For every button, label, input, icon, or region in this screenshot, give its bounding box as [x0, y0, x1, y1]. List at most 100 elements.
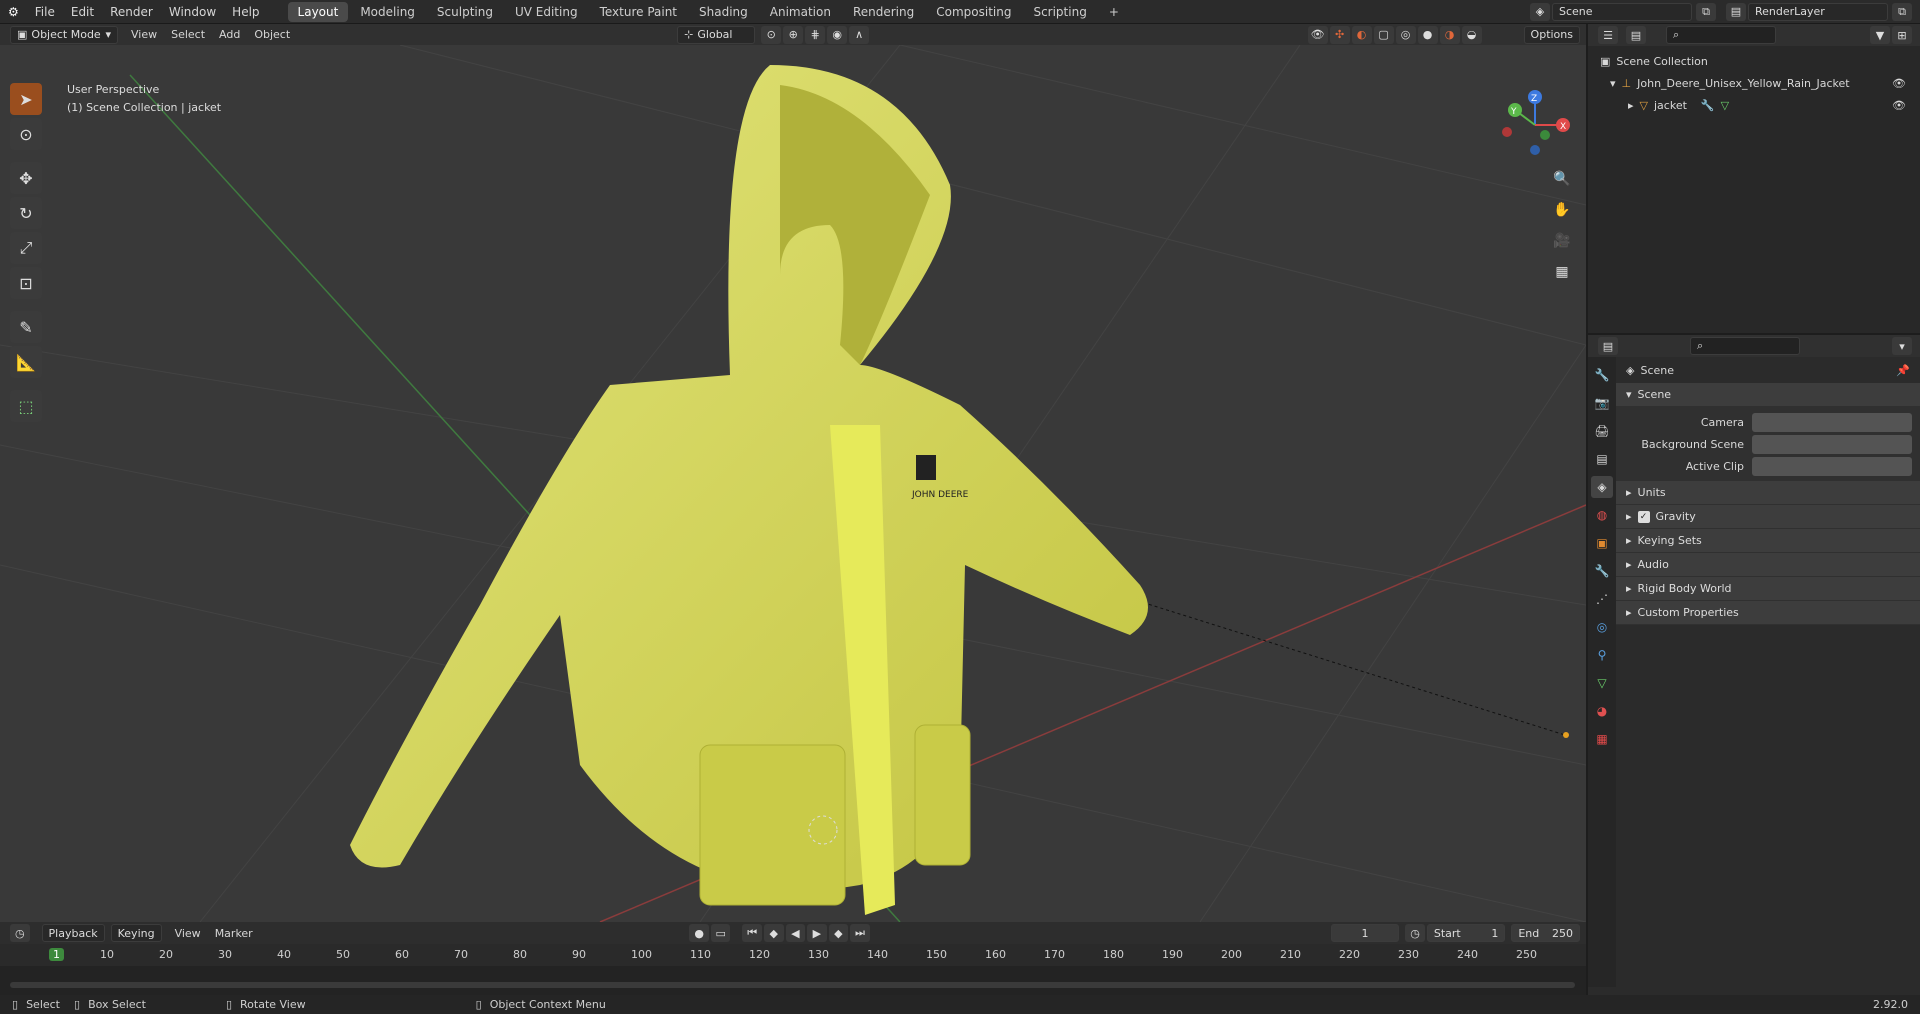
record-icon[interactable]: ●	[689, 924, 709, 942]
world-tab-icon[interactable]: ◍	[1591, 504, 1613, 526]
rotate-tool-icon[interactable]: ↻	[10, 197, 42, 229]
outliner-search-input[interactable]: ⌕	[1666, 26, 1776, 44]
move-tool-icon[interactable]: ✥	[10, 162, 42, 194]
particles-tab-icon[interactable]: ⋰	[1591, 588, 1613, 610]
visibility-icon[interactable]: 👁	[1307, 25, 1328, 44]
physics-tab-icon[interactable]: ◎	[1591, 616, 1613, 638]
material-shading-icon[interactable]: ◑	[1439, 25, 1460, 44]
menu-select[interactable]: Select	[171, 28, 205, 41]
prev-keyframe-icon[interactable]: ◆	[764, 924, 784, 942]
tab-uv-editing[interactable]: UV Editing	[505, 2, 588, 22]
frame-ruler[interactable]: 1 10 20 30 40 50 60 70 80 90 100 110 120 130 140 150 160…	[0, 944, 1586, 966]
navigation-gizmo[interactable]: Z X Y	[1495, 85, 1575, 165]
solid-shading-icon[interactable]: ●	[1417, 25, 1438, 44]
tab-animation[interactable]: Animation	[760, 2, 841, 22]
falloff-icon[interactable]: ∧	[849, 25, 870, 44]
pin-icon[interactable]: 📌	[1896, 364, 1910, 377]
render-tab-icon[interactable]: 📷	[1591, 392, 1613, 414]
gravity-checkbox[interactable]: ✓	[1637, 510, 1650, 523]
camera-field[interactable]	[1752, 412, 1912, 432]
filter-icon[interactable]: ▼	[1870, 26, 1890, 44]
new-collection-icon[interactable]: ⊞	[1892, 26, 1912, 44]
properties-search-input[interactable]: ⌕	[1690, 337, 1800, 355]
scene-icon[interactable]: ◈	[1530, 2, 1550, 21]
outliner-editor-icon[interactable]: ☰	[1598, 26, 1618, 44]
output-tab-icon[interactable]: 🖨	[1591, 420, 1613, 442]
pan-hand-icon[interactable]: ✋	[1548, 196, 1576, 224]
modifier-tab-icon[interactable]: 🔧	[1591, 560, 1613, 582]
custom-properties-panel[interactable]: ▸ Custom Properties	[1616, 601, 1920, 625]
snap-target-icon[interactable]: ⋕	[805, 25, 826, 44]
properties-editor-icon[interactable]: ▤	[1598, 337, 1618, 355]
tab-sculpting[interactable]: Sculpting	[427, 2, 503, 22]
keying-sets-panel[interactable]: ▸ Keying Sets	[1616, 529, 1920, 553]
menu-window[interactable]: Window	[161, 0, 224, 24]
snap-icon[interactable]: ⊕	[783, 25, 804, 44]
menu-add[interactable]: Add	[219, 28, 240, 41]
wireframe-shading-icon[interactable]: ◎	[1395, 25, 1416, 44]
camera-view-icon[interactable]: 🎥	[1548, 227, 1576, 255]
jump-end-icon[interactable]: ⏭	[850, 924, 870, 942]
audio-panel[interactable]: ▸ Audio	[1616, 553, 1920, 577]
tab-compositing[interactable]: Compositing	[926, 2, 1021, 22]
active-clip-field[interactable]	[1752, 456, 1912, 476]
tab-texture-paint[interactable]: Texture Paint	[590, 2, 687, 22]
new-layer-icon[interactable]: ⧉	[1892, 2, 1912, 21]
3d-viewport[interactable]: JOHN DEERE User Perspective (1) Scene Co…	[0, 45, 1586, 922]
tool-tab-icon[interactable]: 🔧	[1591, 364, 1613, 386]
menu-object[interactable]: Object	[254, 28, 290, 41]
properties-options-icon[interactable]: ▾	[1892, 337, 1912, 355]
render-layer-selector[interactable]: RenderLayer	[1748, 2, 1888, 21]
start-frame-field[interactable]: Start 1	[1426, 924, 1506, 942]
tab-layout[interactable]: Layout	[287, 1, 349, 22]
view-layer-tab-icon[interactable]: ▤	[1591, 448, 1613, 470]
outliner-item[interactable]: ▸ ▽ jacket 🔧 ▽ 👁	[1600, 94, 1920, 116]
autokey-icon[interactable]: ▭	[710, 924, 731, 942]
gizmo-toggle-icon[interactable]: ✣	[1329, 25, 1350, 44]
timeline-marker-menu[interactable]: Marker	[215, 927, 253, 940]
menu-file[interactable]: File	[27, 0, 63, 24]
new-scene-icon[interactable]: ⧉	[1696, 2, 1716, 21]
render-layer-icon[interactable]: ▤	[1726, 2, 1746, 21]
timeline-scrollbar[interactable]	[10, 982, 1575, 988]
constraints-tab-icon[interactable]: ⚲	[1591, 644, 1613, 666]
preview-range-icon[interactable]: ◷	[1405, 924, 1425, 942]
expand-icon[interactable]: ▾	[1610, 77, 1616, 90]
measure-tool-icon[interactable]: 📐	[10, 346, 42, 378]
play-icon[interactable]: ▶	[807, 924, 827, 942]
units-panel[interactable]: ▸ Units	[1616, 481, 1920, 505]
tab-shading[interactable]: Shading	[689, 2, 758, 22]
next-keyframe-icon[interactable]: ◆	[828, 924, 849, 942]
tab-scripting[interactable]: Scripting	[1023, 2, 1096, 22]
mode-dropdown[interactable]: ▣ Object Mode ▾	[10, 25, 118, 44]
play-reverse-icon[interactable]: ◀	[785, 924, 806, 942]
menu-view[interactable]: View	[131, 28, 157, 41]
keying-dropdown[interactable]: Keying	[110, 924, 162, 942]
overlay-toggle-icon[interactable]: ◐	[1351, 25, 1372, 44]
jacket-model[interactable]	[350, 65, 1148, 915]
add-cube-tool-icon[interactable]: ⬚	[10, 390, 42, 422]
scale-tool-icon[interactable]: ⤢	[10, 232, 42, 264]
object-tab-icon[interactable]: ▣	[1591, 532, 1613, 554]
background-scene-field[interactable]	[1752, 434, 1912, 454]
transform-tool-icon[interactable]: ⊡	[10, 267, 42, 299]
cursor-tool-icon[interactable]: ⊙	[10, 118, 42, 150]
menu-edit[interactable]: Edit	[63, 0, 102, 24]
end-frame-field[interactable]: End 250	[1511, 924, 1580, 942]
menu-help[interactable]: Help	[224, 0, 267, 24]
xray-icon[interactable]: ▢	[1373, 25, 1394, 44]
texture-tab-icon[interactable]: ▦	[1591, 728, 1613, 750]
orientation-dropdown[interactable]: ⊹ Global	[677, 25, 756, 44]
outliner-root[interactable]: ▣ Scene Collection	[1600, 50, 1920, 72]
display-mode-icon[interactable]: ▤	[1626, 26, 1646, 44]
pivot-icon[interactable]: ⊙	[761, 25, 782, 44]
tab-modeling[interactable]: Modeling	[350, 2, 425, 22]
gravity-panel[interactable]: ▸ ✓ Gravity	[1616, 505, 1920, 529]
select-box-tool-icon[interactable]: ➤	[10, 83, 42, 115]
outliner-item[interactable]: ▾ ⊥ John_Deere_Unisex_Yellow_Rain_Jacket 👁	[1600, 72, 1920, 94]
current-frame-field[interactable]: 1	[1330, 924, 1400, 942]
menu-render[interactable]: Render	[102, 0, 161, 24]
playback-dropdown[interactable]: Playback	[41, 924, 105, 942]
eye-icon[interactable]: 👁	[1892, 77, 1906, 90]
zoom-icon[interactable]: 🔍	[1548, 165, 1576, 193]
